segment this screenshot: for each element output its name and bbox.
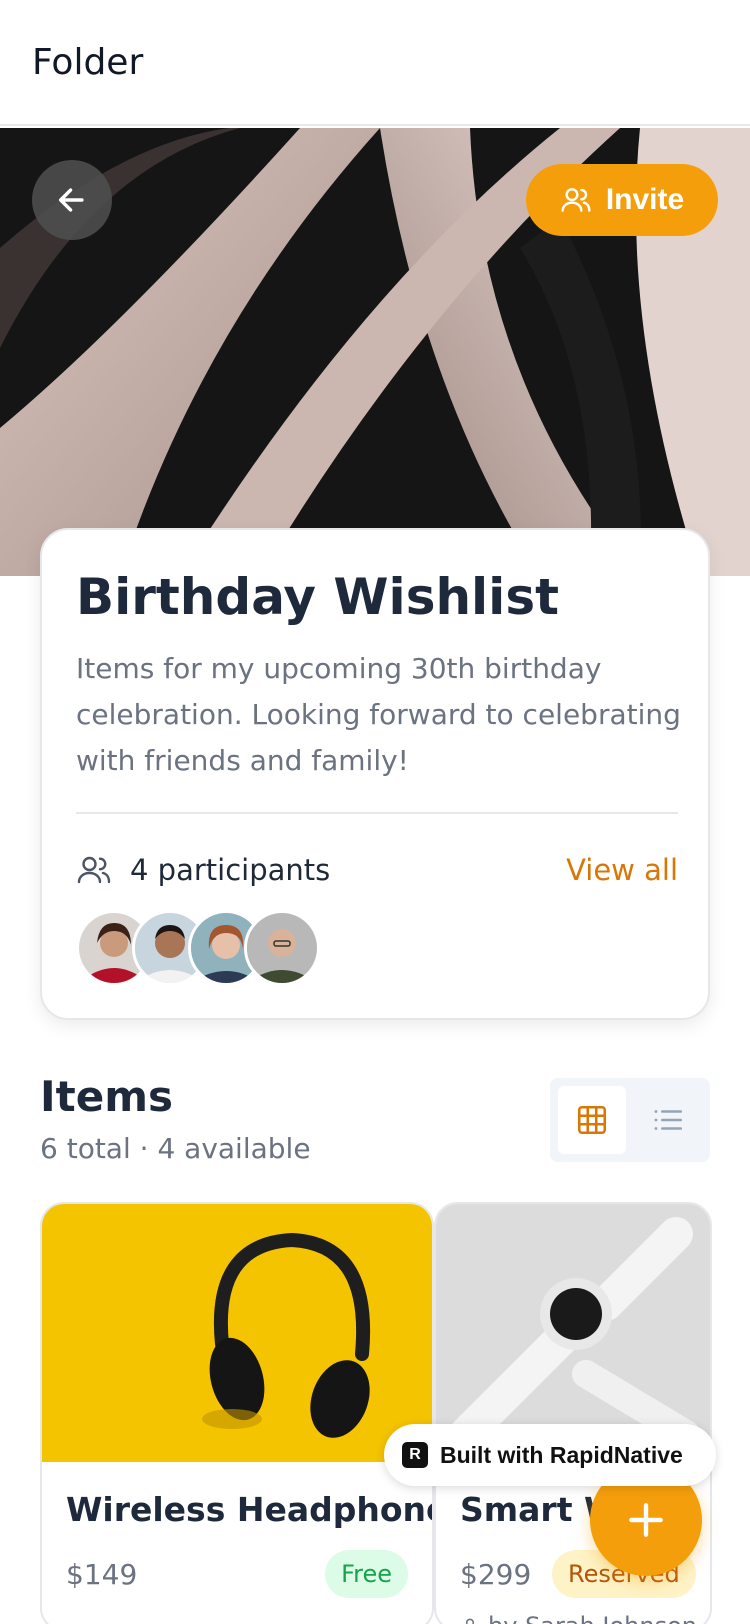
grid-icon — [577, 1105, 607, 1135]
plus-icon — [629, 1503, 663, 1537]
user-icon — [465, 1618, 475, 1624]
divider — [76, 812, 678, 814]
list-view-button[interactable] — [634, 1086, 702, 1154]
reserved-by: by Sarah Johnson — [460, 1612, 697, 1624]
view-all-link[interactable]: View all — [566, 853, 678, 887]
list-icon — [654, 1110, 683, 1130]
items-summary: 6 total · 4 available — [40, 1132, 311, 1165]
view-mode-toggle — [550, 1078, 710, 1162]
invite-button[interactable]: Invite — [526, 164, 718, 236]
item-price: $149 — [66, 1558, 138, 1591]
reserved-by-text: by Sarah Johnson — [488, 1612, 697, 1624]
arrow-left-icon — [58, 188, 84, 212]
built-with-badge[interactable]: R Built with RapidNative — [384, 1424, 716, 1486]
items-heading: Items — [40, 1072, 173, 1121]
built-with-label: Built with RapidNative — [440, 1441, 683, 1468]
item-card[interactable]: Wireless Headphones $149 Free — [40, 1202, 434, 1624]
rapidnative-logo-icon: R — [402, 1442, 428, 1468]
wishlist-description: Items for my upcoming 30th birthday cele… — [76, 652, 681, 777]
invite-label: Invite — [605, 183, 685, 216]
users-icon — [77, 856, 111, 884]
participants-count: 4 participants — [130, 853, 331, 887]
item-image — [42, 1204, 432, 1462]
back-button[interactable] — [32, 160, 112, 240]
participants-row: 4 participants View all — [76, 848, 678, 892]
app-header: Folder — [0, 0, 750, 126]
page-title: Folder — [32, 42, 144, 83]
grid-view-button[interactable] — [558, 1086, 626, 1154]
participant-avatars[interactable] — [76, 910, 320, 988]
status-badge: Free — [325, 1550, 408, 1598]
users-icon — [561, 188, 591, 212]
avatar[interactable] — [244, 910, 320, 986]
wishlist-title: Birthday Wishlist — [76, 568, 559, 626]
item-name: Wireless Headphones — [66, 1490, 434, 1529]
wishlist-card: Birthday Wishlist Items for my upcoming … — [40, 528, 710, 1020]
item-price: $299 — [460, 1558, 532, 1591]
